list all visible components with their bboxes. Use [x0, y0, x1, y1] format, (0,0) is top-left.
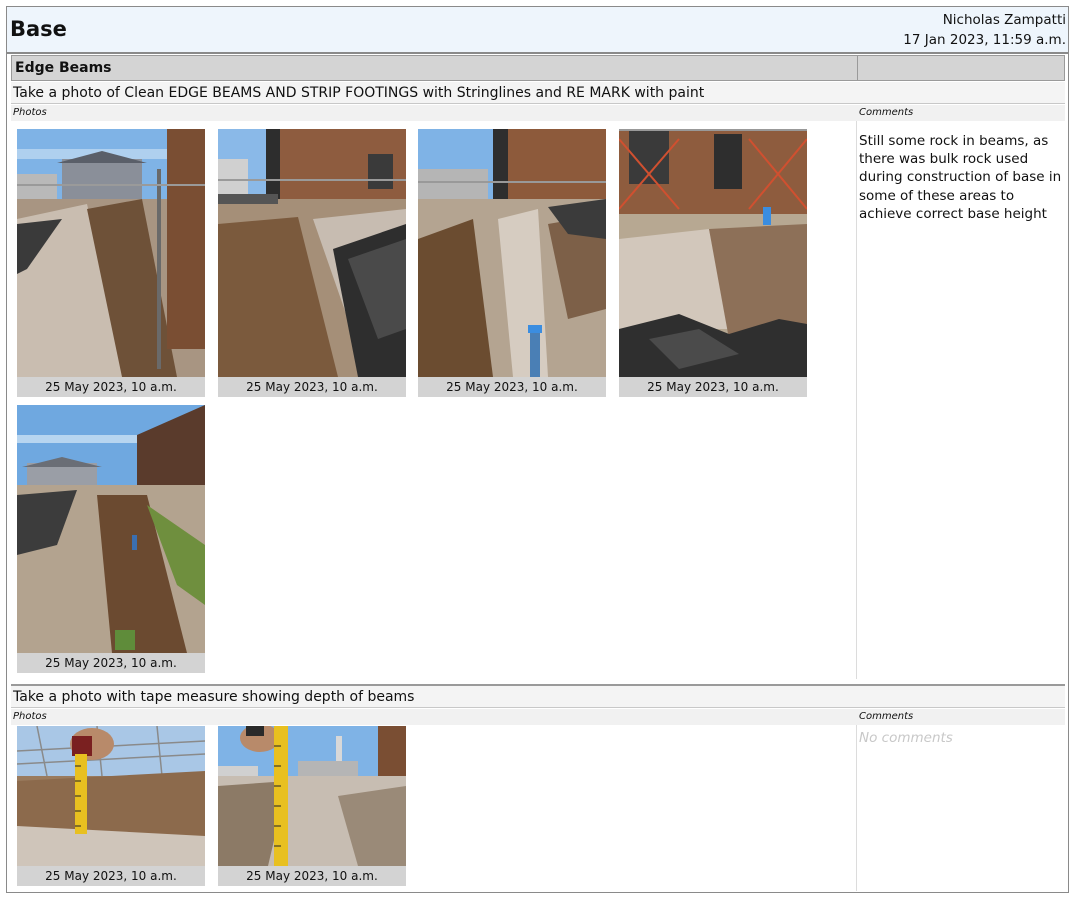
- report-date: 17 Jan 2023, 11:59 a.m.: [903, 32, 1066, 48]
- site-photo-graphic: [17, 129, 205, 377]
- question-1-labels: Photos Comments: [11, 105, 1065, 121]
- column-divider: [856, 725, 857, 891]
- site-photo-graphic: [619, 129, 807, 377]
- site-photo-graphic: [418, 129, 606, 377]
- photo-1[interactable]: 25 May 2023, 10 a.m.: [17, 129, 205, 397]
- question-2-comment: No comments: [859, 730, 953, 746]
- section-divider: [857, 56, 858, 80]
- photo-2-caption: 25 May 2023, 10 a.m.: [218, 377, 406, 397]
- photo-3-caption: 25 May 2023, 10 a.m.: [418, 377, 606, 397]
- photo-3[interactable]: 25 May 2023, 10 a.m.: [418, 129, 606, 397]
- photo-5-image[interactable]: [17, 405, 205, 653]
- photo-6-caption: 25 May 2023, 10 a.m.: [17, 866, 205, 886]
- photo-1-image[interactable]: [17, 129, 205, 377]
- photo-1-caption: 25 May 2023, 10 a.m.: [17, 377, 205, 397]
- question-2: Take a photo with tape measure showing d…: [11, 686, 1065, 708]
- photo-4-caption: 25 May 2023, 10 a.m.: [619, 377, 807, 397]
- photo-6[interactable]: 25 May 2023, 10 a.m.: [17, 726, 205, 886]
- photo-5-caption: 25 May 2023, 10 a.m.: [17, 653, 205, 673]
- report-author: Nicholas Zampatti: [942, 12, 1066, 28]
- photo-3-image[interactable]: [418, 129, 606, 377]
- question-1: Take a photo of Clean EDGE BEAMS AND STR…: [11, 82, 1065, 104]
- question-2-labels: Photos Comments: [11, 709, 1065, 725]
- photo-7[interactable]: 25 May 2023, 10 a.m.: [218, 726, 406, 886]
- report-header: Base Nicholas Zampatti 17 Jan 2023, 11:5…: [7, 7, 1068, 54]
- site-photo-graphic: [218, 129, 406, 377]
- report: Base Nicholas Zampatti 17 Jan 2023, 11:5…: [6, 6, 1069, 893]
- site-photo-graphic: [218, 726, 406, 866]
- photos-label: Photos: [13, 107, 47, 118]
- photo-2[interactable]: 25 May 2023, 10 a.m.: [218, 129, 406, 397]
- section-header: Edge Beams: [11, 55, 1065, 81]
- question-1-comment: Still some rock in beams, as there was b…: [859, 133, 1062, 222]
- site-photo-graphic: [17, 726, 205, 866]
- section-title: Edge Beams: [15, 60, 112, 76]
- photo-4-image[interactable]: [619, 129, 807, 377]
- photos-label: Photos: [13, 711, 47, 722]
- comments-label: Comments: [859, 107, 914, 118]
- photo-6-image[interactable]: [17, 726, 205, 866]
- column-divider: [856, 121, 857, 679]
- photo-5[interactable]: 25 May 2023, 10 a.m.: [17, 405, 205, 673]
- site-photo-graphic: [17, 405, 205, 653]
- photo-7-image[interactable]: [218, 726, 406, 866]
- photo-7-caption: 25 May 2023, 10 a.m.: [218, 866, 406, 886]
- comments-label: Comments: [859, 711, 914, 722]
- photo-2-image[interactable]: [218, 129, 406, 377]
- photo-4[interactable]: 25 May 2023, 10 a.m.: [619, 129, 807, 397]
- report-title: Base: [10, 17, 67, 41]
